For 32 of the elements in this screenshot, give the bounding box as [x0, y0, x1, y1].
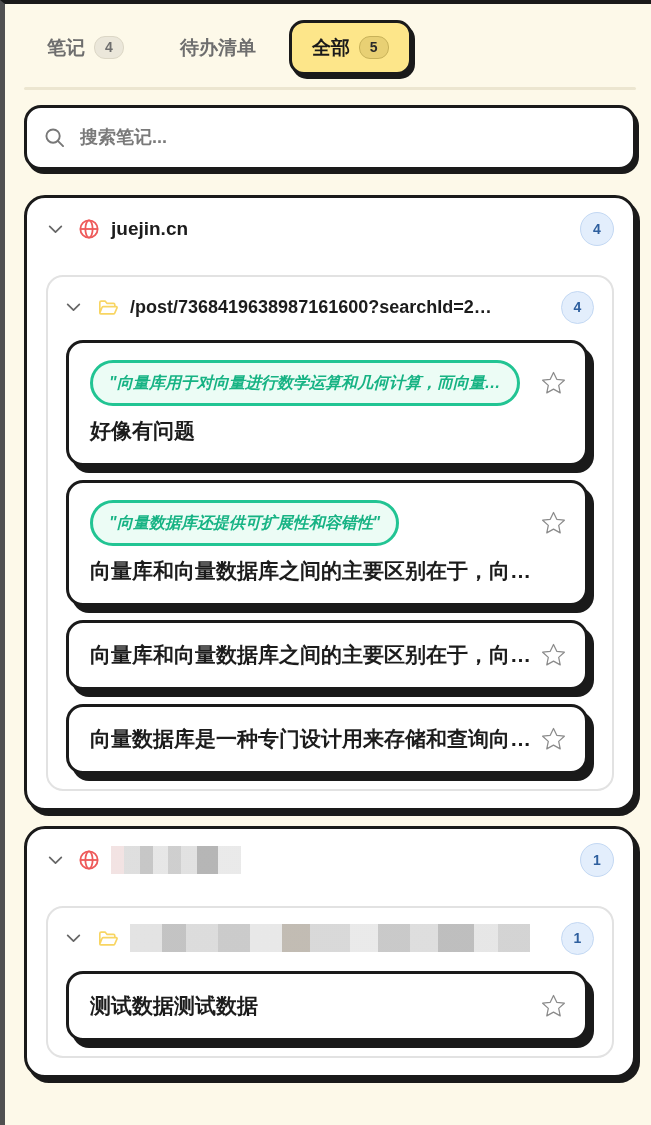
folder-icon	[98, 929, 118, 947]
note-title: 向量数据库是一种专门设计用来存储和查询向…	[90, 726, 531, 752]
search-field[interactable]: 搜索笔记...	[24, 105, 636, 170]
search-icon	[45, 128, 64, 147]
highlight-quote: "向量数据库还提供可扩展性和容错性"	[90, 500, 400, 546]
count-badge: 4	[561, 290, 594, 324]
chevron-icon[interactable]	[66, 302, 81, 312]
count-badge: 4	[94, 36, 124, 59]
count-badge: 1	[561, 921, 594, 955]
folder-path[interactable]: /post/7368419638987161600?searchId=2…	[130, 296, 492, 318]
note-title: 向量库和向量数据库之间的主要区别在于，向…	[90, 642, 531, 668]
star-icon[interactable]	[541, 643, 566, 667]
highlight-quote: "向量库用于对向量进行数学运算和几何计算，而向量…	[90, 360, 520, 406]
tab[interactable]: 笔记 4	[24, 20, 147, 75]
chevron-icon[interactable]	[48, 224, 63, 234]
count-badge: 5	[358, 36, 389, 59]
star-icon[interactable]	[541, 511, 566, 535]
site-domain[interactable]: juejin.cn	[111, 218, 189, 240]
chevron-icon[interactable]	[66, 933, 81, 943]
star-icon[interactable]	[541, 727, 566, 751]
globe-icon	[79, 219, 99, 239]
star-icon[interactable]	[541, 371, 566, 395]
note-title: 好像有问题	[90, 418, 195, 444]
star-icon[interactable]	[541, 994, 566, 1018]
note-title: 向量库和向量数据库之间的主要区别在于，向…	[90, 558, 531, 584]
tab[interactable]: 待办清单	[156, 20, 279, 75]
globe-icon	[79, 850, 99, 870]
note-title: 测试数据测试数据	[90, 993, 258, 1019]
count-badge: 4	[580, 212, 614, 246]
chevron-icon[interactable]	[48, 855, 63, 865]
count-badge: 1	[580, 843, 614, 877]
folder-icon	[98, 298, 118, 316]
